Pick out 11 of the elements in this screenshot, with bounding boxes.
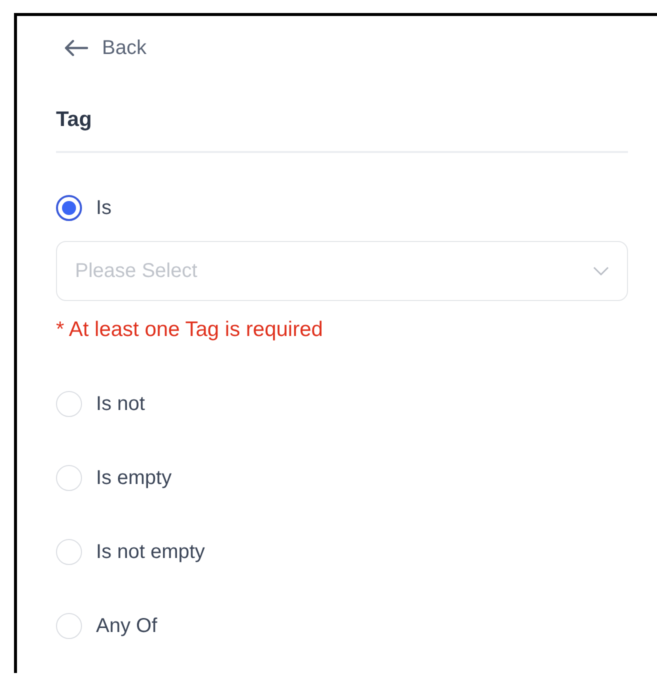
radio-option[interactable]: Is not bbox=[56, 391, 628, 417]
chevron-down-icon bbox=[593, 266, 609, 276]
radio-button[interactable] bbox=[56, 195, 82, 221]
radio-option[interactable]: Is not empty bbox=[56, 539, 628, 565]
radio-option[interactable]: Is empty bbox=[56, 465, 628, 491]
back-button[interactable]: Back bbox=[64, 36, 146, 60]
back-arrow-icon bbox=[64, 39, 88, 57]
section-title: Tag bbox=[56, 108, 628, 153]
radio-option[interactable]: Any Of bbox=[56, 613, 628, 639]
radio-option[interactable]: Is bbox=[56, 195, 628, 221]
error-message: * At least one Tag is required bbox=[56, 317, 324, 343]
